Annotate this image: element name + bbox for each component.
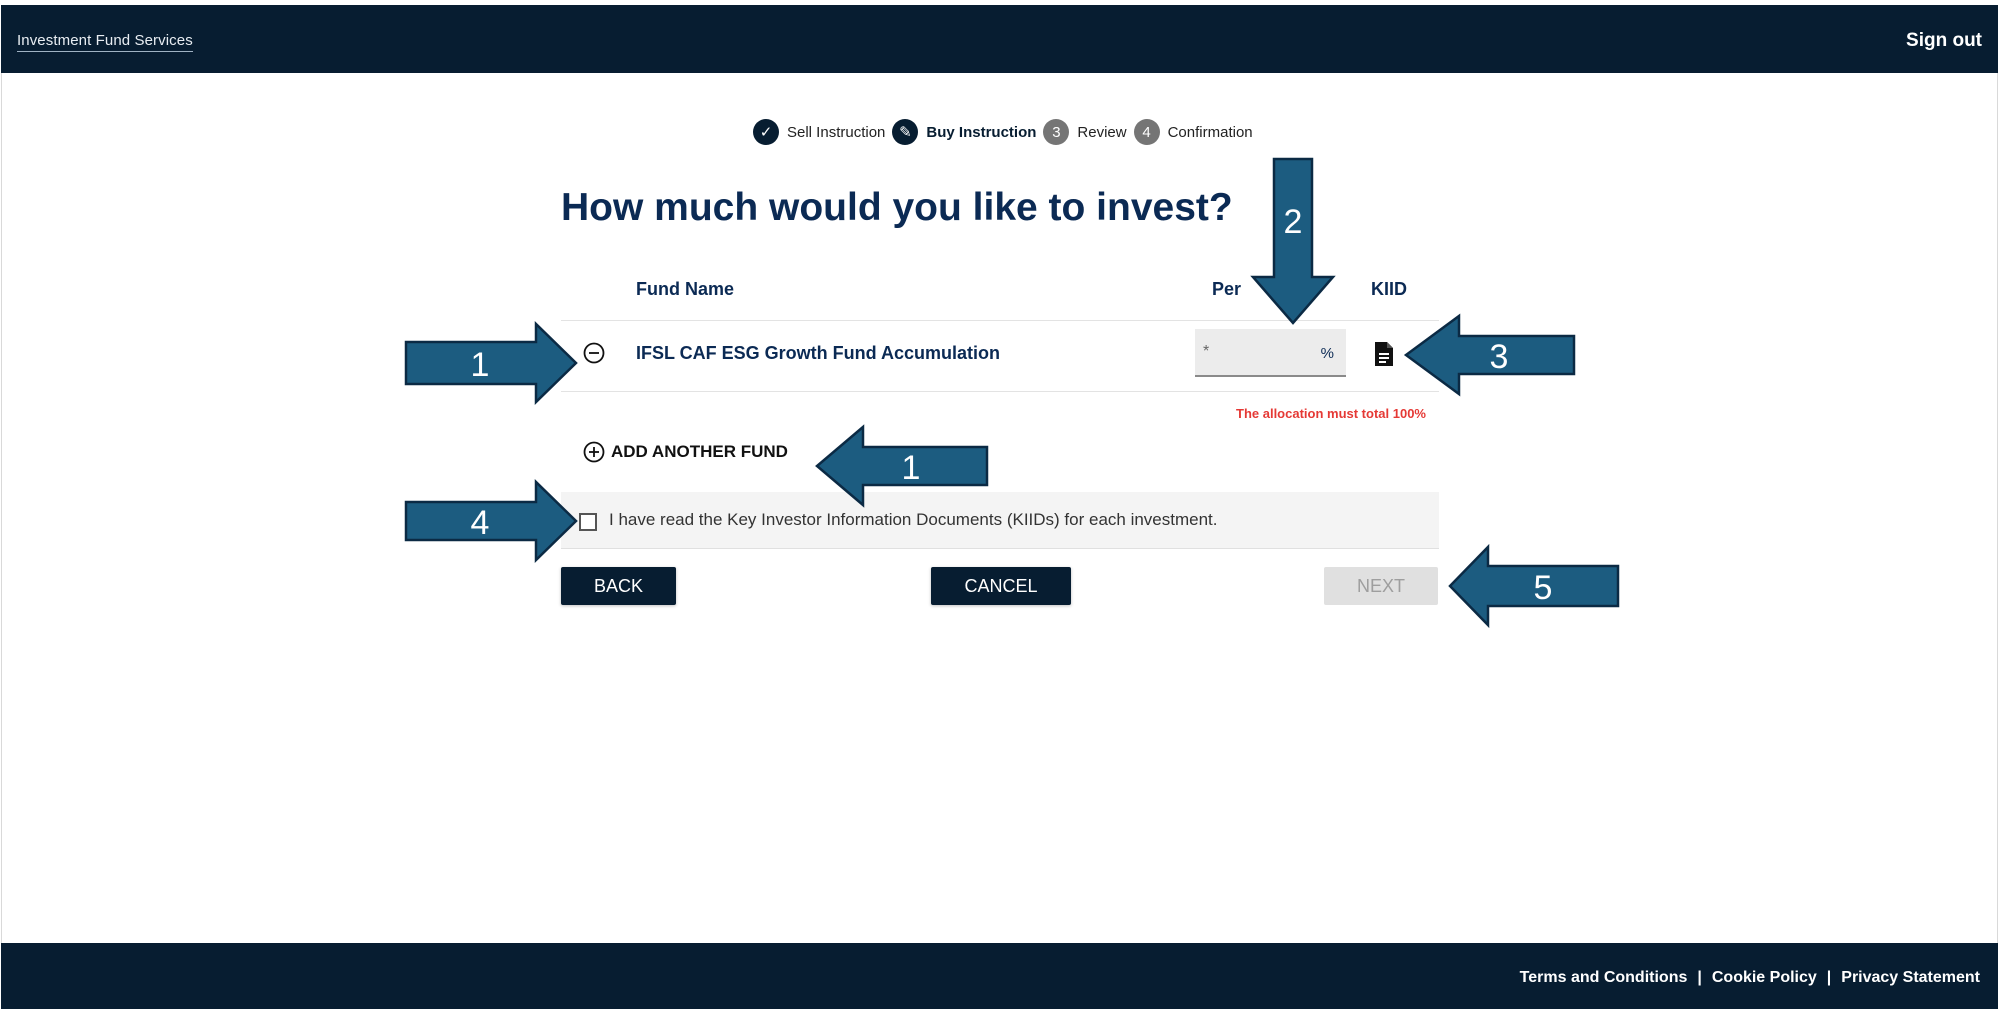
step-number: 3 bbox=[1043, 119, 1070, 145]
step-buy-instruction: ✎ Buy Instruction bbox=[892, 119, 1036, 145]
column-header-fund-name: Fund Name bbox=[636, 279, 735, 299]
kiid-acknowledgement: I have read the Key Investor Information… bbox=[561, 492, 1439, 549]
pencil-icon: ✎ bbox=[892, 119, 919, 145]
step-sell-instruction: ✓ Sell Instruction bbox=[753, 119, 885, 145]
step-label: Buy Instruction bbox=[926, 123, 1037, 141]
add-fund-button[interactable]: ADD ANOTHER FUND bbox=[583, 441, 788, 463]
callout-number: 3 bbox=[1490, 338, 1509, 376]
step-label: Sell Instruction bbox=[787, 123, 886, 141]
brand-logo[interactable]: Investment Fund Services bbox=[17, 32, 193, 52]
footer-links: Terms and Conditions | Cookie Policy | P… bbox=[1520, 969, 1980, 987]
minus-circle-icon[interactable] bbox=[583, 342, 605, 364]
document-icon[interactable] bbox=[1373, 341, 1395, 367]
footer-separator: | bbox=[1826, 969, 1832, 986]
add-fund-label: ADD ANOTHER FUND bbox=[611, 442, 788, 461]
progress-stepper: ✓ Sell Instruction ✎ Buy Instruction 3 R… bbox=[753, 118, 1260, 146]
callout-number: 1 bbox=[471, 346, 490, 384]
acknowledge-text[interactable]: I have read the Key Investor Information… bbox=[609, 510, 1218, 530]
column-header-percent: Per bbox=[1212, 279, 1242, 299]
percent-field[interactable]: % bbox=[1195, 329, 1346, 377]
page-footer: Terms and Conditions | Cookie Policy | P… bbox=[1, 943, 1998, 1009]
check-icon: ✓ bbox=[753, 119, 779, 145]
app-header: Investment Fund Services Sign out bbox=[1, 5, 1998, 73]
callout-number: 5 bbox=[1534, 569, 1553, 607]
privacy-link[interactable]: Privacy Statement bbox=[1841, 969, 1980, 987]
sign-out-link[interactable]: Sign out bbox=[1906, 30, 1982, 52]
table-divider bbox=[561, 391, 1439, 392]
percent-suffix: % bbox=[1320, 345, 1334, 362]
cookie-policy-link[interactable]: Cookie Policy bbox=[1712, 969, 1817, 987]
callout-arrow-remove-fund: 1 bbox=[404, 321, 578, 405]
step-label: Review bbox=[1077, 123, 1127, 141]
back-button[interactable]: BACK bbox=[561, 567, 676, 605]
step-review: 3 Review bbox=[1043, 119, 1127, 145]
callout-arrow-add-fund: 1 bbox=[815, 424, 989, 508]
callout-number: 4 bbox=[471, 504, 490, 542]
percent-input[interactable] bbox=[1201, 335, 1315, 369]
fund-name: IFSL CAF ESG Growth Fund Accumulation bbox=[636, 343, 1000, 363]
terms-link[interactable]: Terms and Conditions bbox=[1520, 969, 1688, 987]
cancel-button[interactable]: CANCEL bbox=[931, 567, 1071, 605]
step-label: Confirmation bbox=[1167, 123, 1253, 141]
page-title: How much would you like to invest? bbox=[561, 186, 1233, 229]
acknowledge-checkbox[interactable] bbox=[579, 513, 597, 531]
next-button[interactable]: NEXT bbox=[1324, 567, 1438, 605]
callout-number: 1 bbox=[902, 449, 921, 487]
callout-arrow-next: 5 bbox=[1448, 543, 1620, 629]
callout-arrow-kiid: 3 bbox=[1403, 313, 1576, 397]
plus-circle-icon bbox=[583, 441, 605, 463]
allocation-error: The allocation must total 100% bbox=[1236, 406, 1426, 421]
step-confirmation: 4 Confirmation bbox=[1133, 119, 1253, 145]
callout-arrow-acknowledge: 4 bbox=[404, 479, 578, 563]
footer-separator: | bbox=[1697, 969, 1702, 986]
column-header-kiid: KIID bbox=[1371, 279, 1407, 299]
callout-arrow-percent-input: 2 bbox=[1250, 157, 1336, 325]
callout-number: 2 bbox=[1284, 203, 1303, 241]
step-number: 4 bbox=[1133, 119, 1160, 145]
